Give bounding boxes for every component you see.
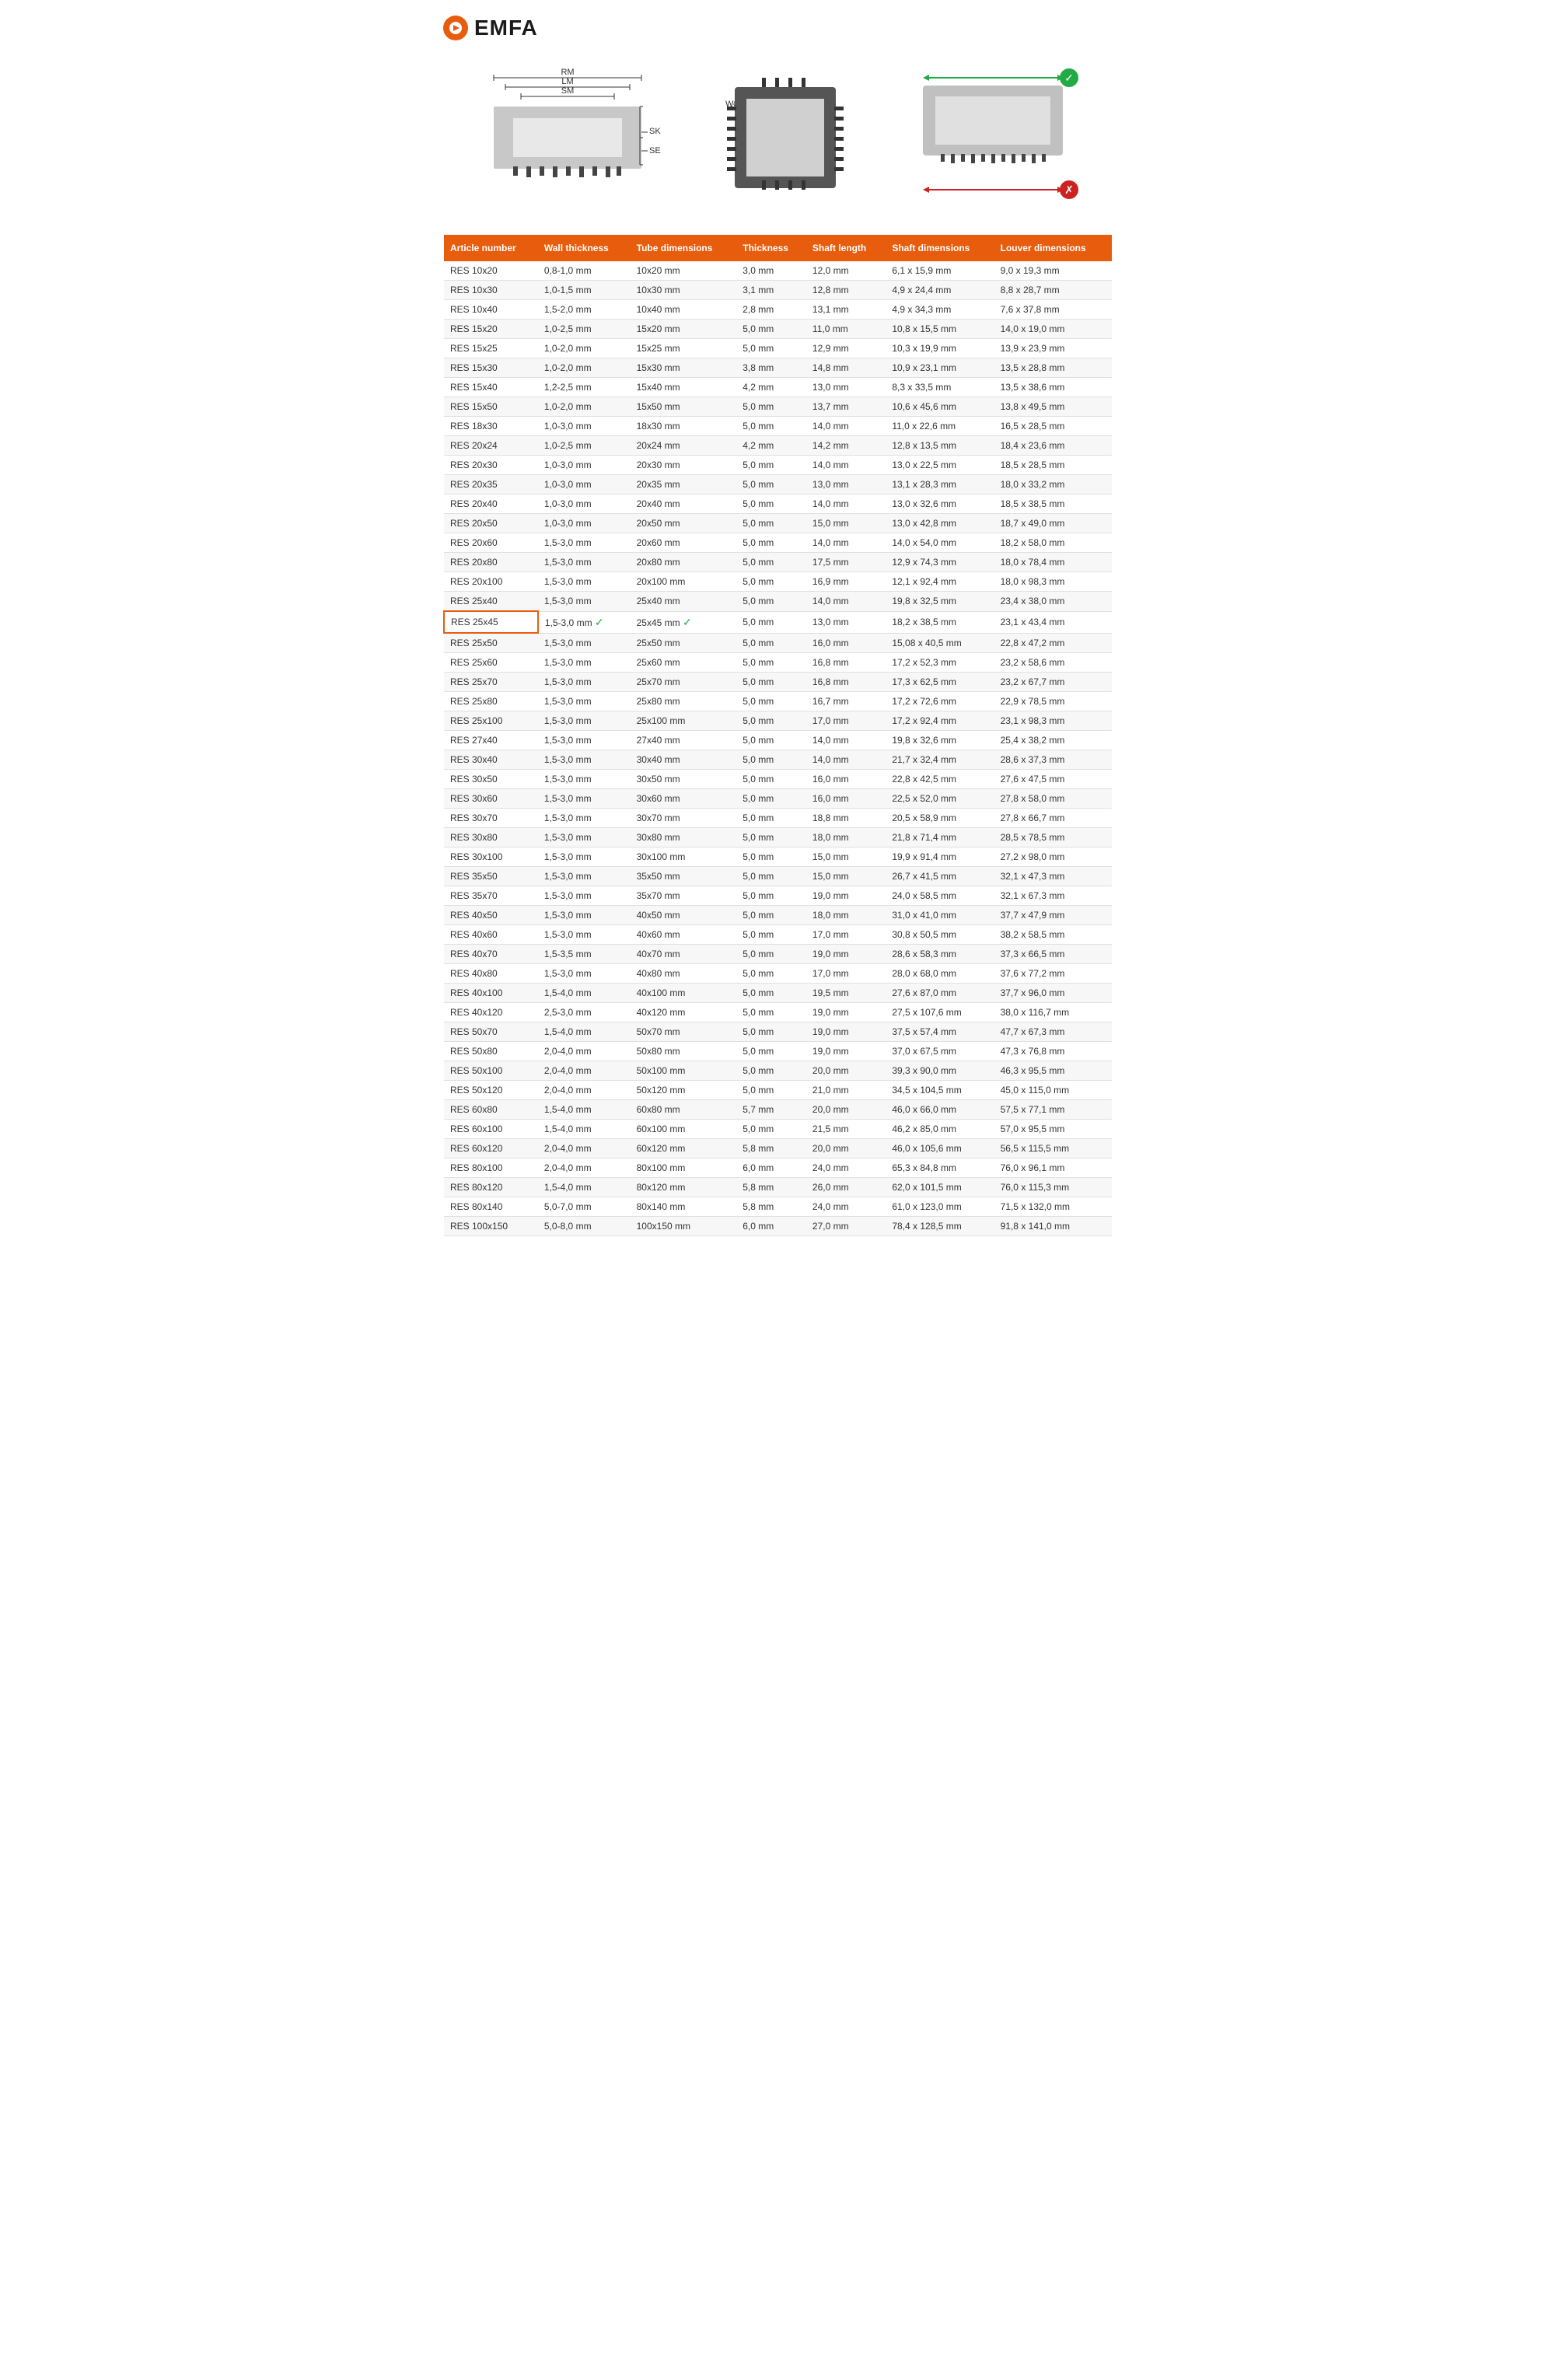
table-row: RES 27x401,5-3,0 mm27x40 mm5,0 mm14,0 mm… <box>444 731 1112 750</box>
col-louver: Louver dimensions <box>994 235 1112 261</box>
col-tube: Tube dimensions <box>631 235 737 261</box>
table-row: RES 15x501,0-2,0 mm15x50 mm5,0 mm13,7 mm… <box>444 397 1112 417</box>
table-row: RES 30x701,5-3,0 mm30x70 mm5,0 mm18,8 mm… <box>444 809 1112 828</box>
diagram-front-view: WS <box>719 64 851 204</box>
table-row: RES 40x801,5-3,0 mm40x80 mm5,0 mm17,0 mm… <box>444 964 1112 984</box>
table-row: RES 30x1001,5-3,0 mm30x100 mm5,0 mm15,0 … <box>444 848 1112 867</box>
diagrams-section: RM LM SM SK SE <box>443 56 1112 211</box>
table-row: RES 60x801,5-4,0 mm60x80 mm5,7 mm20,0 mm… <box>444 1100 1112 1120</box>
table-row: RES 60x1202,0-4,0 mm60x120 mm5,8 mm20,0 … <box>444 1139 1112 1159</box>
svg-text:SK: SK <box>649 127 661 136</box>
table-row: RES 40x1001,5-4,0 mm40x100 mm5,0 mm19,5 … <box>444 984 1112 1003</box>
svg-text:✓: ✓ <box>1064 72 1074 84</box>
table-row: RES 10x200,8-1,0 mm10x20 mm3,0 mm12,0 mm… <box>444 261 1112 281</box>
table-row: RES 15x401,2-2,5 mm15x40 mm4,2 mm13,0 mm… <box>444 378 1112 397</box>
table-row: RES 18x301,0-3,0 mm18x30 mm5,0 mm14,0 mm… <box>444 417 1112 436</box>
table-row: RES 80x1201,5-4,0 mm80x120 mm5,8 mm26,0 … <box>444 1178 1112 1197</box>
table-row: RES 25x501,5-3,0 mm25x50 mm5,0 mm16,0 mm… <box>444 633 1112 653</box>
table-row: RES 20x1001,5-3,0 mm20x100 mm5,0 mm16,9 … <box>444 572 1112 592</box>
table-row: RES 10x301,0-1,5 mm10x30 mm3,1 mm12,8 mm… <box>444 281 1112 300</box>
table-row: RES 40x601,5-3,0 mm40x60 mm5,0 mm17,0 mm… <box>444 925 1112 945</box>
logo-text: EMFA <box>474 16 538 40</box>
col-article: Article number <box>444 235 538 261</box>
table-row: RES 35x701,5-3,0 mm35x70 mm5,0 mm19,0 mm… <box>444 886 1112 906</box>
product-table: Article number Wall thickness Tube dimen… <box>443 235 1112 1236</box>
table-row: RES 30x801,5-3,0 mm30x80 mm5,0 mm18,0 mm… <box>444 828 1112 848</box>
table-row: RES 20x241,0-2,5 mm20x24 mm4,2 mm14,2 mm… <box>444 436 1112 456</box>
svg-text:LM: LM <box>561 77 573 86</box>
diagram-correct-incorrect: ✓ ✗ <box>906 64 1085 204</box>
header: EMFA <box>443 16 1112 40</box>
table-row: RES 30x401,5-3,0 mm30x40 mm5,0 mm14,0 mm… <box>444 750 1112 770</box>
table-row: RES 15x301,0-2,0 mm15x30 mm3,8 mm14,8 mm… <box>444 358 1112 378</box>
svg-text:✗: ✗ <box>1064 183 1074 196</box>
table-row: RES 25x451,5-3,0 mm ✓25x45 mm ✓5,0 mm13,… <box>444 611 1112 633</box>
table-row: RES 100x1505,0-8,0 mm100x150 mm6,0 mm27,… <box>444 1217 1112 1236</box>
table-row: RES 50x701,5-4,0 mm50x70 mm5,0 mm19,0 mm… <box>444 1022 1112 1042</box>
col-shaft-dim: Shaft dimensions <box>886 235 994 261</box>
col-wall: Wall thickness <box>538 235 631 261</box>
table-row: RES 40x1202,5-3,0 mm40x120 mm5,0 mm19,0 … <box>444 1003 1112 1022</box>
table-row: RES 10x401,5-2,0 mm10x40 mm2,8 mm13,1 mm… <box>444 300 1112 320</box>
table-row: RES 25x401,5-3,0 mm25x40 mm5,0 mm14,0 mm… <box>444 592 1112 612</box>
table-row: RES 40x501,5-3,0 mm40x50 mm5,0 mm18,0 mm… <box>444 906 1112 925</box>
table-row: RES 30x601,5-3,0 mm30x60 mm5,0 mm16,0 mm… <box>444 789 1112 809</box>
svg-text:SE: SE <box>649 146 661 156</box>
table-row: RES 50x1202,0-4,0 mm50x120 mm5,0 mm21,0 … <box>444 1081 1112 1100</box>
table-row: RES 40x701,5-3,5 mm40x70 mm5,0 mm19,0 mm… <box>444 945 1112 964</box>
table-row: RES 15x201,0-2,5 mm15x20 mm5,0 mm11,0 mm… <box>444 320 1112 339</box>
table-row: RES 25x701,5-3,0 mm25x70 mm5,0 mm16,8 mm… <box>444 673 1112 692</box>
table-row: RES 80x1002,0-4,0 mm80x100 mm6,0 mm24,0 … <box>444 1159 1112 1178</box>
table-row: RES 50x802,0-4,0 mm50x80 mm5,0 mm19,0 mm… <box>444 1042 1112 1061</box>
table-row: RES 15x251,0-2,0 mm15x25 mm5,0 mm12,9 mm… <box>444 339 1112 358</box>
table-row: RES 25x601,5-3,0 mm25x60 mm5,0 mm16,8 mm… <box>444 653 1112 673</box>
svg-text:SM: SM <box>561 86 575 96</box>
table-header-row: Article number Wall thickness Tube dimen… <box>444 235 1112 261</box>
table-row: RES 25x1001,5-3,0 mm25x100 mm5,0 mm17,0 … <box>444 711 1112 731</box>
table-row: RES 30x501,5-3,0 mm30x50 mm5,0 mm16,0 mm… <box>444 770 1112 789</box>
table-row: RES 60x1001,5-4,0 mm60x100 mm5,0 mm21,5 … <box>444 1120 1112 1139</box>
table-row: RES 35x501,5-3,0 mm35x50 mm5,0 mm15,0 mm… <box>444 867 1112 886</box>
table-row: RES 50x1002,0-4,0 mm50x100 mm5,0 mm20,0 … <box>444 1061 1112 1081</box>
diagram-side-view: RM LM SM SK SE <box>470 64 665 204</box>
col-thickness: Thickness <box>736 235 806 261</box>
svg-text:RM: RM <box>561 68 574 77</box>
logo-icon <box>443 16 468 40</box>
table-row: RES 20x801,5-3,0 mm20x80 mm5,0 mm17,5 mm… <box>444 553 1112 572</box>
col-shaft-length: Shaft length <box>806 235 886 261</box>
table-row: RES 20x501,0-3,0 mm20x50 mm5,0 mm15,0 mm… <box>444 514 1112 533</box>
table-row: RES 20x601,5-3,0 mm20x60 mm5,0 mm14,0 mm… <box>444 533 1112 553</box>
table-row: RES 25x801,5-3,0 mm25x80 mm5,0 mm16,7 mm… <box>444 692 1112 711</box>
table-row: RES 80x1405,0-7,0 mm80x140 mm5,8 mm24,0 … <box>444 1197 1112 1217</box>
logo: EMFA <box>443 16 538 40</box>
table-row: RES 20x401,0-3,0 mm20x40 mm5,0 mm14,0 mm… <box>444 495 1112 514</box>
table-row: RES 20x351,0-3,0 mm20x35 mm5,0 mm13,0 mm… <box>444 475 1112 495</box>
table-row: RES 20x301,0-3,0 mm20x30 mm5,0 mm14,0 mm… <box>444 456 1112 475</box>
